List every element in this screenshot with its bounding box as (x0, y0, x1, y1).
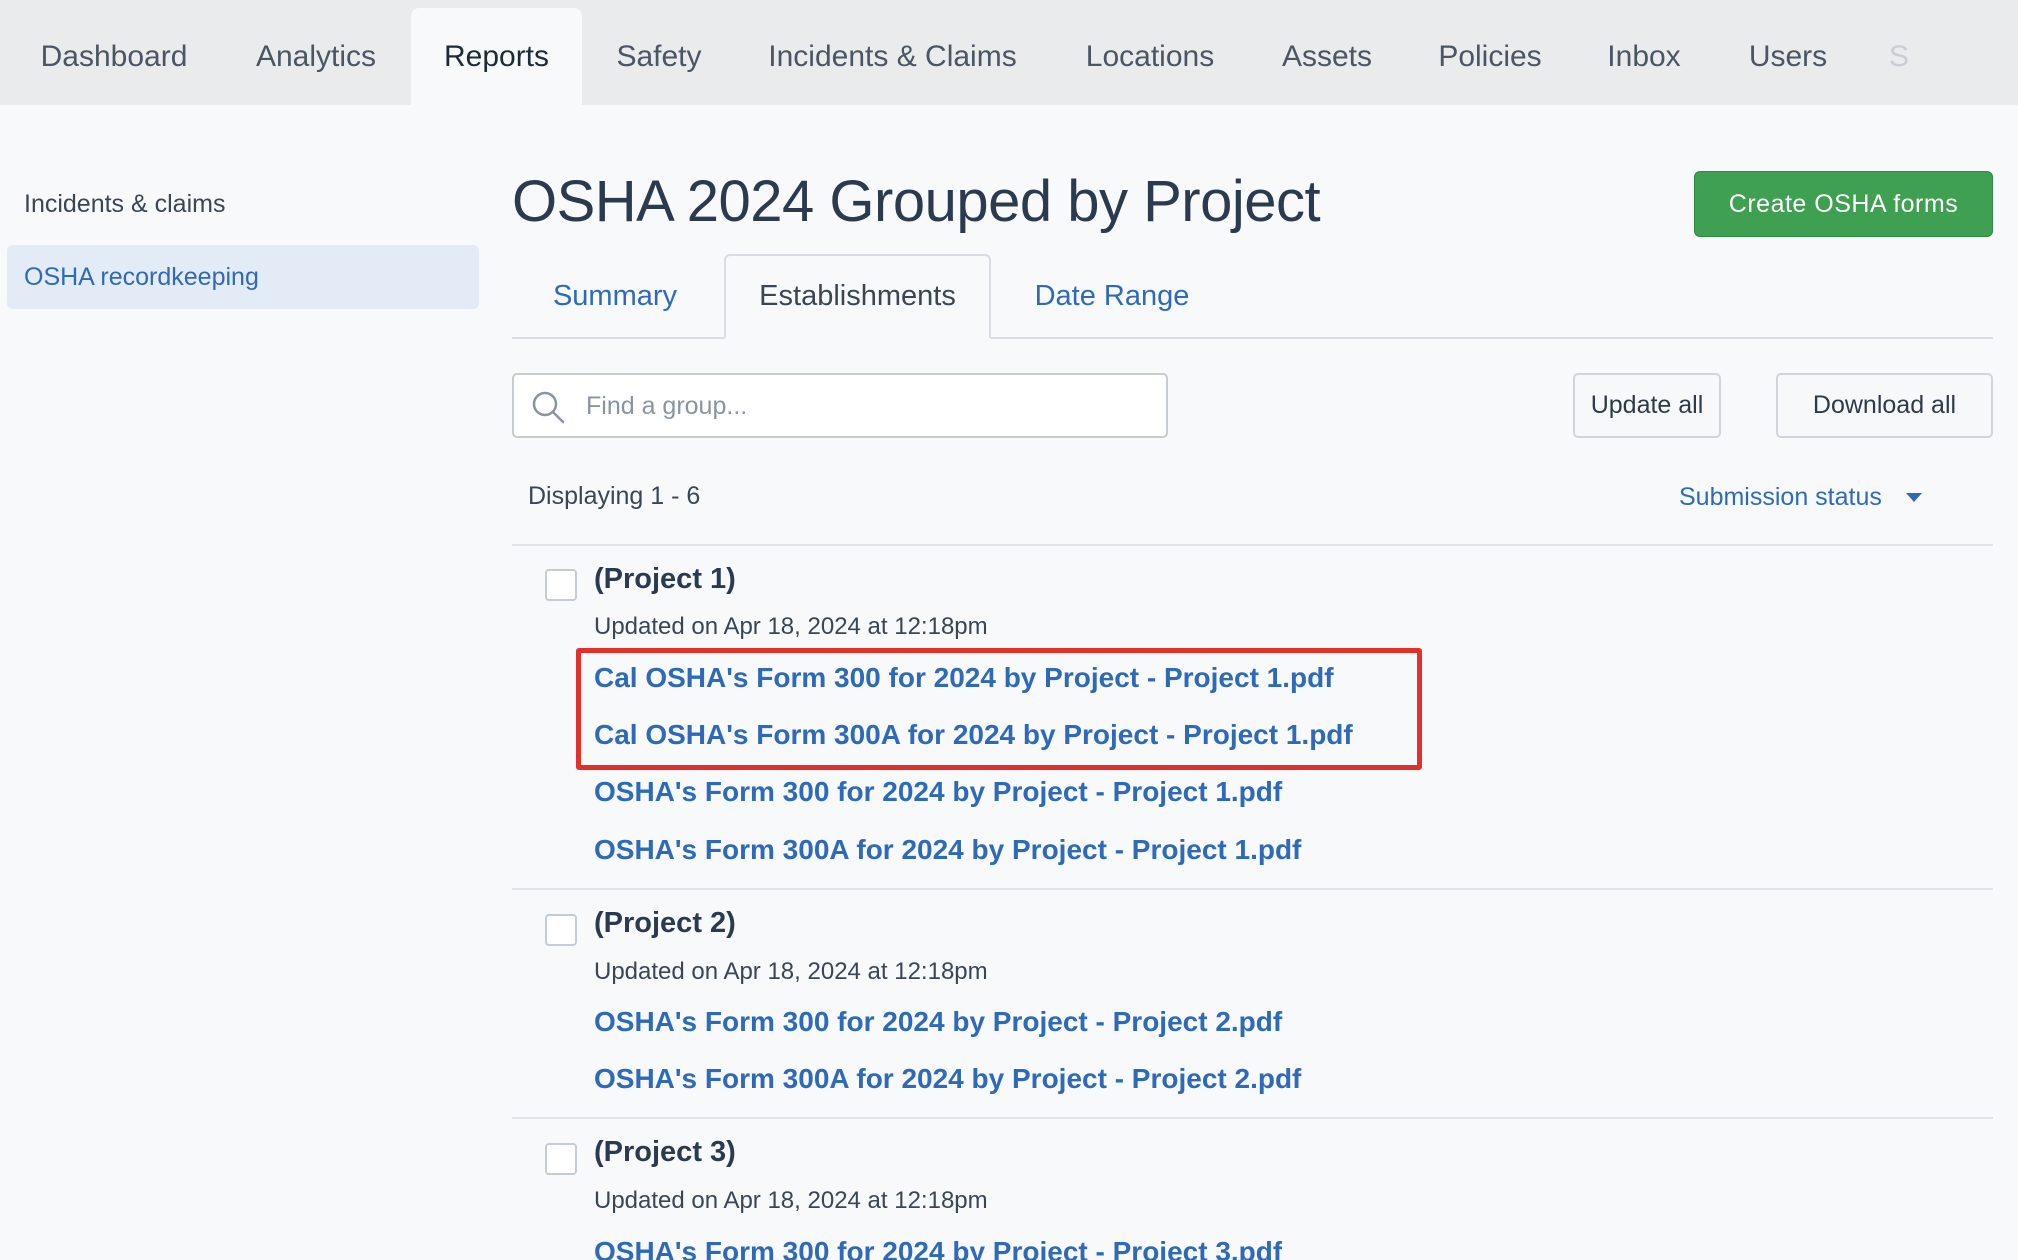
list-divider (512, 544, 1993, 546)
nav-tab-assets[interactable]: Assets (1262, 8, 1392, 105)
group-checkbox[interactable] (545, 1143, 577, 1175)
tab-summary[interactable]: Summary (532, 254, 698, 339)
file-link[interactable]: OSHA's Form 300 for 2024 by Project - Pr… (594, 1006, 1282, 1038)
top-nav: Dashboard Analytics Reports Safety Incid… (0, 0, 2018, 105)
search-field[interactable] (512, 373, 1168, 438)
file-link[interactable]: OSHA's Form 300 for 2024 by Project - Pr… (594, 776, 1282, 808)
group-updated-timestamp: Updated on Apr 18, 2024 at 12:18pm (594, 1187, 988, 1214)
submission-status-label: Submission status (1679, 482, 1882, 511)
highlight-annotation-box (576, 648, 1422, 770)
tab-date-range[interactable]: Date Range (1020, 254, 1204, 339)
nav-tab-reports[interactable]: Reports (411, 8, 582, 105)
group-title: (Project 3) (594, 1136, 736, 1168)
file-link[interactable]: OSHA's Form 300A for 2024 by Project - P… (594, 834, 1301, 866)
nav-tab-inbox[interactable]: Inbox (1594, 8, 1694, 105)
nav-tab-policies[interactable]: Policies (1418, 8, 1562, 105)
update-all-button[interactable]: Update all (1573, 373, 1721, 438)
group-checkbox[interactable] (545, 569, 577, 601)
group-divider (512, 1117, 1993, 1119)
create-osha-forms-button[interactable]: Create OSHA forms (1694, 171, 1993, 237)
search-icon (532, 391, 565, 424)
file-link[interactable]: OSHA's Form 300A for 2024 by Project - P… (594, 1063, 1301, 1095)
download-all-button[interactable]: Download all (1776, 373, 1993, 438)
group-updated-timestamp: Updated on Apr 18, 2024 at 12:18pm (594, 613, 988, 640)
file-link[interactable]: OSHA's Form 300 for 2024 by Project - Pr… (594, 1236, 1282, 1260)
sidebar-item-osha-recordkeeping[interactable]: OSHA recordkeeping (7, 245, 479, 309)
submission-status-dropdown[interactable]: Submission status (1679, 479, 1922, 515)
caret-down-icon (1905, 492, 1922, 502)
nav-tab-dashboard[interactable]: Dashboard (12, 8, 216, 105)
nav-tab-overflow[interactable]: S (1888, 8, 1910, 105)
group-updated-timestamp: Updated on Apr 18, 2024 at 12:18pm (594, 958, 988, 985)
nav-tab-locations[interactable]: Locations (1066, 8, 1234, 105)
group-title: (Project 1) (594, 563, 736, 595)
tab-establishments[interactable]: Establishments (724, 254, 991, 339)
nav-tab-safety[interactable]: Safety (597, 8, 721, 105)
group-divider (512, 888, 1993, 890)
page-title: OSHA 2024 Grouped by Project (512, 169, 1321, 234)
displaying-count: Displaying 1 - 6 (528, 482, 701, 510)
search-input[interactable] (586, 383, 1146, 429)
nav-tab-analytics[interactable]: Analytics (226, 8, 406, 105)
nav-tab-users[interactable]: Users (1738, 8, 1838, 105)
sidebar-item-incidents-claims[interactable]: Incidents & claims (7, 172, 479, 236)
nav-tab-incidents-claims[interactable]: Incidents & Claims (740, 8, 1045, 105)
group-checkbox[interactable] (545, 914, 577, 946)
group-title: (Project 2) (594, 907, 736, 939)
